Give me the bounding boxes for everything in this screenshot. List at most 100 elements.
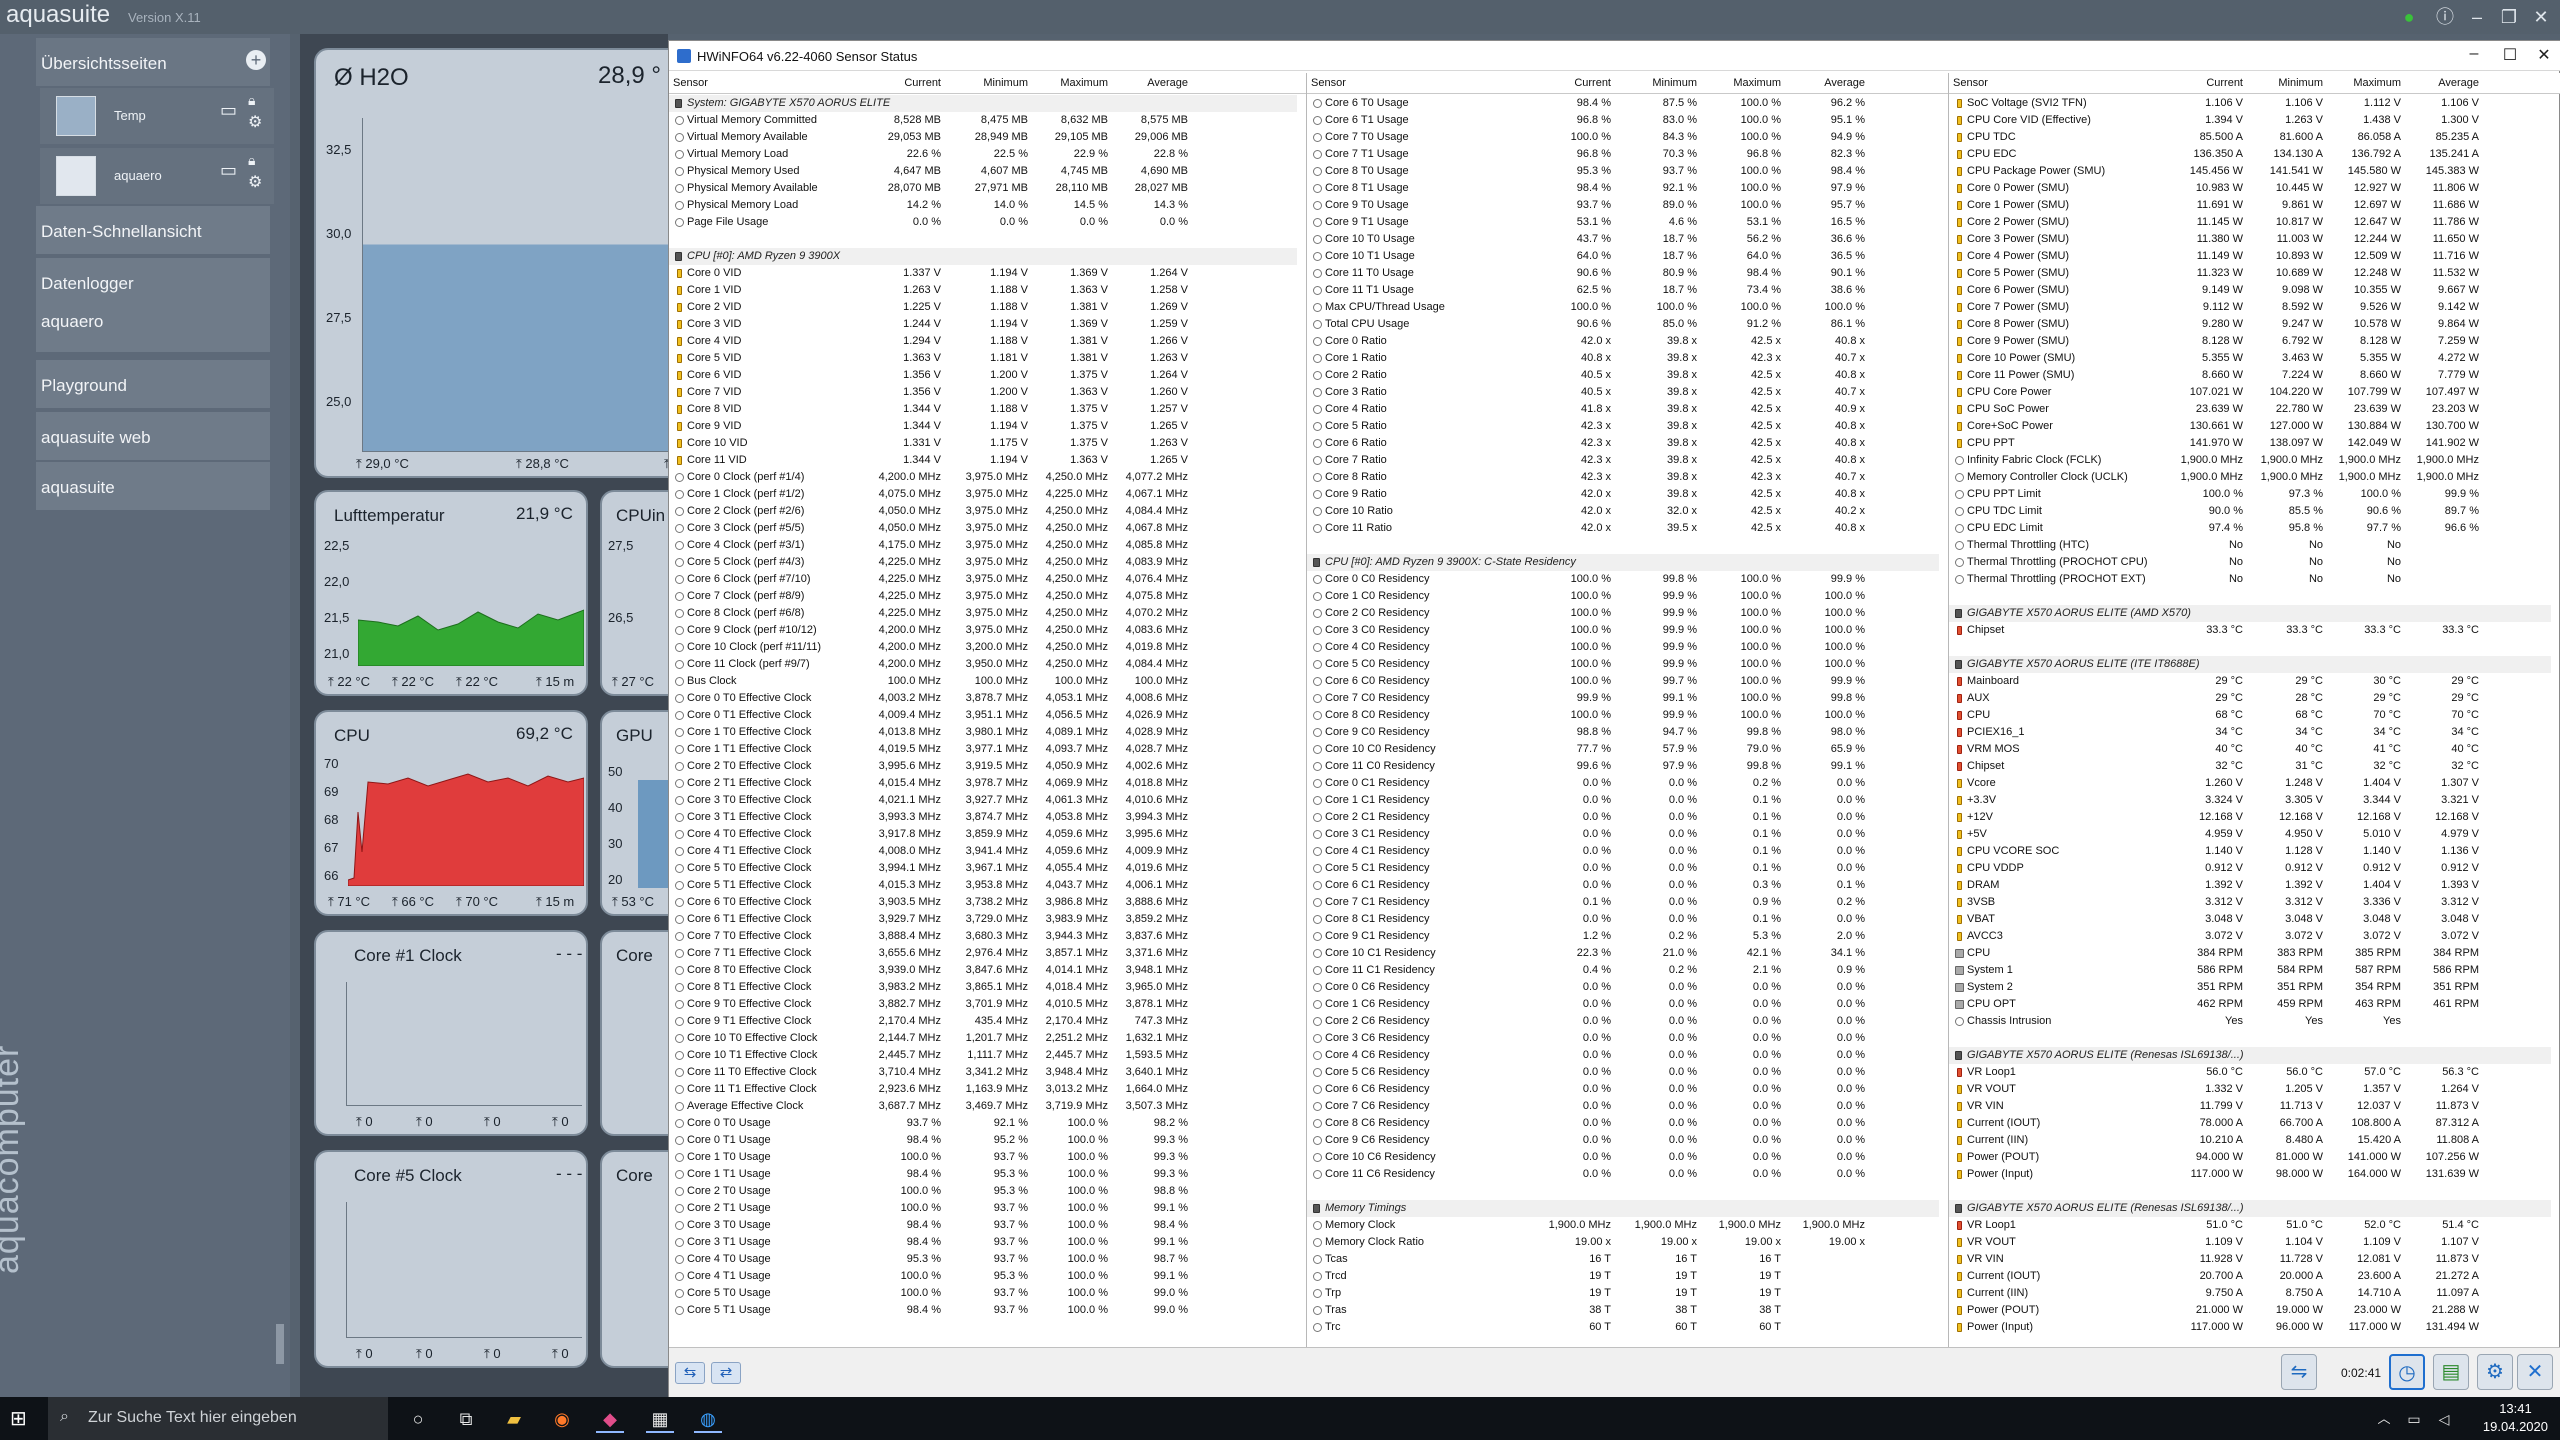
sensor-row[interactable]: Power (POUT) 21.000 W 19.000 W 23.000 W 21.2… — [1949, 1302, 2560, 1319]
sensor-row[interactable]: Core 2 VID 1.225 V 1.188 V 1.381 V 1.269 V — [669, 299, 1306, 316]
sensor-row[interactable]: Core 0 VID 1.337 V 1.194 V 1.369 V 1.264 V — [669, 265, 1306, 282]
sensor-row[interactable]: Core 4 Ratio 41.8 x 39.8 x 42.5 x 40.9 x — [1307, 401, 1948, 418]
sensor-row[interactable]: Core 11 Power (SMU) 8.660 W 7.224 W 8.660 W… — [1949, 367, 2560, 384]
column-header-maximum[interactable]: Maximum — [1707, 77, 1781, 89]
sensor-row[interactable]: CPU PPT Limit 100.0 % 97.3 % 100.0 % 99.9 % — [1949, 486, 2560, 503]
sensor-row[interactable]: Core 4 C6 Residency 0.0 % 0.0 % 0.0 % 0.0 % — [1307, 1047, 1948, 1064]
clock-icon[interactable]: ◷ — [2389, 1354, 2425, 1390]
sensor-row[interactable]: VR VIN 11.928 V 11.728 V 12.081 V 11.873 V — [1949, 1251, 2560, 1268]
sensor-row[interactable]: CPU Package Power (SMU) 145.456 W 141.541 … — [1949, 163, 2560, 180]
maximize-icon[interactable]: ❐ — [2496, 4, 2522, 30]
info-icon[interactable]: ⓘ — [2432, 4, 2458, 30]
column-header-average[interactable]: Average — [2405, 77, 2479, 89]
sidebar-item-aquasuite-web[interactable]: aquasuite web — [36, 412, 270, 460]
sensor-row[interactable]: Power (Input) 117.000 W 96.000 W 117.000 W1… — [1949, 1319, 2560, 1336]
sensor-row[interactable]: Core 2 Ratio 40.5 x 39.8 x 42.5 x 40.8 x — [1307, 367, 1948, 384]
sensor-row[interactable]: Core 4 T0 Usage 95.3 % 93.7 % 100.0 % 98.7 % — [669, 1251, 1306, 1268]
sensor-row[interactable]: Core 6 T1 Effective Clock 3,929.7 MHz 3,72… — [669, 911, 1306, 928]
monitor-icon[interactable]: ▭ — [220, 160, 237, 181]
minimize-icon[interactable]: – — [2464, 4, 2490, 30]
sensor-row[interactable]: Core 7 VID 1.356 V 1.200 V 1.363 V 1.260 V — [669, 384, 1306, 401]
sensor-row[interactable]: Core 7 Ratio 42.3 x 39.8 x 42.5 x 40.8 x — [1307, 452, 1948, 469]
sensor-row[interactable]: Core 8 T1 Usage 98.4 % 92.1 % 100.0 % 97.9 % — [1307, 180, 1948, 197]
sensor-row[interactable]: Core 4 T0 Effective Clock 3,917.8 MHz 3,85… — [669, 826, 1306, 843]
sensor-row[interactable]: CPU 384 RPM 383 RPM 385 RPM 384 RPM — [1949, 945, 2560, 962]
sensor-row[interactable]: Core 0 Ratio 42.0 x 39.8 x 42.5 x 40.8 x — [1307, 333, 1948, 350]
sensor-row[interactable]: Thermal Throttling (PROCHOT CPU) No No No — [1949, 554, 2560, 571]
sensor-row[interactable]: Physical Memory Used 4,647 MB 4,607 MB 4,74… — [669, 163, 1306, 180]
sensor-row[interactable]: Core 8 VID 1.344 V 1.188 V 1.375 V 1.257 V — [669, 401, 1306, 418]
close-icon[interactable]: ✕ — [2529, 45, 2559, 65]
sensor-row[interactable]: Current (IIN) 9.750 A 8.750 A 14.710 A 11.09… — [1949, 1285, 2560, 1302]
sensor-row[interactable]: Core 4 Power (SMU) 11.149 W 10.893 W 12.509… — [1949, 248, 2560, 265]
task-view-icon[interactable]: ⧉ — [452, 1405, 480, 1433]
sensor-row[interactable]: Tcas 16 T 16 T 16 T — [1307, 1251, 1948, 1268]
sensor-row[interactable]: Core 2 C1 Residency 0.0 % 0.0 % 0.1 % 0.0 % — [1307, 809, 1948, 826]
sensor-row[interactable]: Infinity Fabric Clock (FCLK) 1,900.0 MHz 1… — [1949, 452, 2560, 469]
sensor-row[interactable]: Chipset 32 °C 31 °C 32 °C 32 °C — [1949, 758, 2560, 775]
aquasuite-taskbar-icon[interactable]: ◍ — [694, 1405, 722, 1433]
maximize-icon[interactable]: ☐ — [2495, 45, 2525, 65]
sensor-row[interactable]: Core 6 Power (SMU) 9.149 W 9.098 W 10.355 W… — [1949, 282, 2560, 299]
sensor-row[interactable]: Core 0 Power (SMU) 10.983 W 10.445 W 12.927… — [1949, 180, 2560, 197]
sensor-row[interactable]: Core 9 T1 Usage 53.1 % 4.6 % 53.1 % 16.5 % — [1307, 214, 1948, 231]
sensor-row[interactable]: Core 8 C0 Residency 100.0 % 99.9 % 100.0 % 1… — [1307, 707, 1948, 724]
sensor-row[interactable]: Core 10 T0 Usage 43.7 % 18.7 % 56.2 % 36.6 % — [1307, 231, 1948, 248]
sensor-row[interactable]: AUX 29 °C 28 °C 29 °C 29 °C — [1949, 690, 2560, 707]
sensor-row[interactable]: Core 10 C1 Residency 22.3 % 21.0 % 42.1 % 34… — [1307, 945, 1948, 962]
sensor-row[interactable]: Core 8 T1 Effective Clock 3,983.2 MHz 3,86… — [669, 979, 1306, 996]
sensor-row[interactable]: Core 9 VID 1.344 V 1.194 V 1.375 V 1.265 V — [669, 418, 1306, 435]
overview-page-aquaero[interactable]: aquaero ▭ 🔒︎ ⚙ — [40, 148, 274, 204]
sensor-row[interactable]: Core 1 Power (SMU) 11.691 W 9.861 W 12.697 … — [1949, 197, 2560, 214]
column-header-current[interactable]: Current — [867, 77, 941, 89]
sensor-row[interactable]: Core 10 C6 Residency 0.0 % 0.0 % 0.0 % 0.0 % — [1307, 1149, 1948, 1166]
sensor-row[interactable]: CPU TDC Limit 90.0 % 85.5 % 90.6 % 89.7 % — [1949, 503, 2560, 520]
sensor-row[interactable]: Thermal Throttling (PROCHOT EXT) No No No — [1949, 571, 2560, 588]
sensor-row[interactable]: PCIEX16_1 34 °C 34 °C 34 °C 34 °C — [1949, 724, 2560, 741]
sensor-row[interactable]: Core 6 C1 Residency 0.0 % 0.0 % 0.3 % 0.1 % — [1307, 877, 1948, 894]
close-icon[interactable]: ✕ — [2528, 4, 2554, 30]
column-header-sensor[interactable]: Sensor — [673, 77, 708, 89]
hwinfo-taskbar-icon[interactable]: ◆ — [596, 1405, 624, 1433]
sensor-row[interactable]: Core 7 Power (SMU) 9.112 W 8.592 W 9.526 W9… — [1949, 299, 2560, 316]
sensor-row[interactable]: Core 6 Ratio 42.3 x 39.8 x 42.5 x 40.8 x — [1307, 435, 1948, 452]
sensor-row[interactable]: Core 6 T0 Effective Clock 3,903.5 MHz 3,73… — [669, 894, 1306, 911]
sensor-row[interactable]: VR Loop1 51.0 °C 51.0 °C 52.0 °C 51.4 °C — [1949, 1217, 2560, 1234]
sensor-row[interactable]: Core 8 Clock (perf #6/8) 4,225.0 MHz 3,975… — [669, 605, 1306, 622]
sensor-row[interactable]: CPU 68 °C 68 °C 70 °C 70 °C — [1949, 707, 2560, 724]
network-icon[interactable]: ⇋ — [2281, 1354, 2317, 1390]
sensor-row[interactable]: Core 6 VID 1.356 V 1.200 V 1.375 V 1.264 V — [669, 367, 1306, 384]
sensor-row[interactable]: Core 3 Clock (perf #5/5) 4,050.0 MHz 3,975… — [669, 520, 1306, 537]
sensor-row[interactable]: Core 1 Clock (perf #1/2) 4,075.0 MHz 3,975… — [669, 486, 1306, 503]
sensor-row[interactable]: CPU Core Power 107.021 W 104.220 W 107.799 … — [1949, 384, 2560, 401]
sidebar-item-daten-schnellansicht[interactable]: Daten-Schnellansicht — [36, 206, 270, 254]
cortana-icon[interactable]: ○ — [404, 1405, 432, 1433]
sensor-row[interactable]: Core 8 T0 Effective Clock 3,939.0 MHz 3,84… — [669, 962, 1306, 979]
logging-icon[interactable]: ▤ — [2433, 1354, 2469, 1390]
sensor-row[interactable]: Core 2 T1 Effective Clock 4,015.4 MHz 3,97… — [669, 775, 1306, 792]
sensor-row[interactable]: Core 1 Ratio 40.8 x 39.8 x 42.3 x 40.7 x — [1307, 350, 1948, 367]
lock-icon[interactable]: 🔒︎ — [248, 92, 255, 109]
sensor-row[interactable]: System 1 586 RPM 584 RPM 587 RPM 586 RPM — [1949, 962, 2560, 979]
sensor-row[interactable]: Mainboard 29 °C 29 °C 30 °C 29 °C — [1949, 673, 2560, 690]
sensor-row[interactable]: AVCC3 3.072 V 3.072 V 3.072 V 3.072 V — [1949, 928, 2560, 945]
sensor-row[interactable]: Average Effective Clock 3,687.7 MHz 3,469.… — [669, 1098, 1306, 1115]
sensor-row[interactable]: Trp 19 T 19 T 19 T — [1307, 1285, 1948, 1302]
sensor-row[interactable]: Core 10 Power (SMU) 5.355 W 3.463 W 5.355 W… — [1949, 350, 2560, 367]
sensor-row[interactable]: Core 2 T1 Usage 100.0 % 93.7 % 100.0 % 99.1 … — [669, 1200, 1306, 1217]
monitor-icon[interactable]: ▭ — [220, 100, 237, 121]
sensor-row[interactable]: Virtual Memory Committed 8,528 MB 8,475 MB… — [669, 112, 1306, 129]
taskbar-clock[interactable]: 13:41 19.04.2020 — [2483, 1400, 2548, 1436]
sensor-row[interactable]: Core 9 Power (SMU) 8.128 W 6.792 W 8.128 W7… — [1949, 333, 2560, 350]
sensor-row[interactable]: VBAT 3.048 V 3.048 V 3.048 V 3.048 V — [1949, 911, 2560, 928]
sensor-row[interactable]: Core 9 T0 Usage 93.7 % 89.0 % 100.0 % 95.7 % — [1307, 197, 1948, 214]
network-tray-icon[interactable]: ▭ — [2400, 1405, 2428, 1433]
sensor-row[interactable]: Core 10 Ratio 42.0 x 32.0 x 42.5 x 40.2 x — [1307, 503, 1948, 520]
sensor-row[interactable]: Physical Memory Load 14.2 % 14.0 % 14.5 % 14… — [669, 197, 1306, 214]
sensor-row[interactable]: Core 1 C6 Residency 0.0 % 0.0 % 0.0 % 0.0 % — [1307, 996, 1948, 1013]
sensor-row[interactable]: Core 2 T0 Usage 100.0 % 95.3 % 100.0 % 98.8 … — [669, 1183, 1306, 1200]
sensor-row[interactable]: Core 0 C1 Residency 0.0 % 0.0 % 0.2 % 0.0 % — [1307, 775, 1948, 792]
file-explorer-icon[interactable]: ▰ — [500, 1405, 528, 1433]
sensor-row[interactable]: Core 11 T1 Effective Clock 2,923.6 MHz 1,1… — [669, 1081, 1306, 1098]
sensor-row[interactable]: Core 1 T0 Usage 100.0 % 93.7 % 100.0 % 99.3 … — [669, 1149, 1306, 1166]
